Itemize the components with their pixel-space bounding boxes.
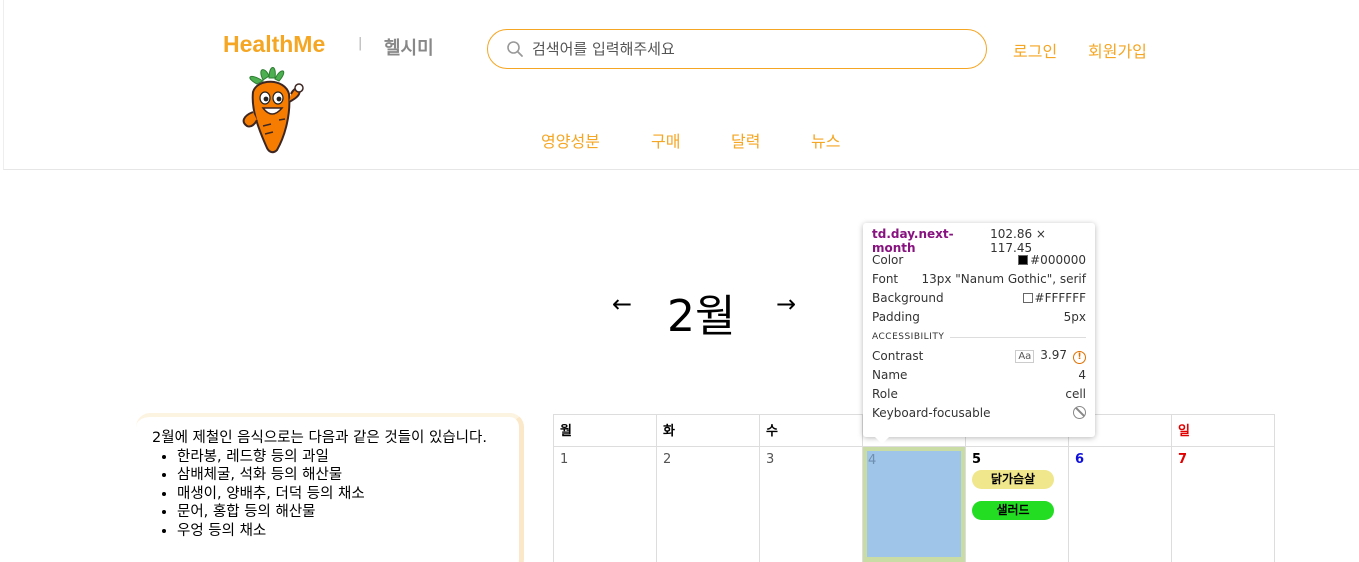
divider (950, 336, 1086, 338)
day-number: 7 (1178, 452, 1188, 467)
weekday-wed: 수 (759, 414, 863, 447)
color-swatch-icon (1018, 254, 1029, 265)
section-label: ACCESSIBILITY (872, 332, 945, 342)
list-item: 삼배체굴, 석화 등의 해산물 (177, 466, 519, 485)
nav-nutrition[interactable]: 영양성분 (541, 128, 600, 152)
font-value: 13px "Nanum Gothic", serif (921, 271, 1086, 286)
list-item: 한라봉, 레드향 등의 과일 (177, 448, 519, 467)
padding-value: 5px (1063, 309, 1086, 324)
day-cell-highlighted[interactable]: 4 (862, 446, 966, 562)
role-value: cell (1065, 386, 1086, 401)
day-cell[interactable]: 2 (656, 446, 760, 562)
list-item: 문어, 홍합 등의 해산물 (177, 503, 519, 522)
day-number: 1 (560, 452, 569, 467)
seasonal-food-panel: 2월에 제철인 음식으로는 다음과 같은 것들이 있습니다. 한라봉, 레드향 … (136, 413, 524, 562)
event-tag-chicken[interactable]: 닭가슴살 (972, 470, 1054, 489)
weekday-tue: 화 (656, 414, 760, 447)
prev-month-arrow-icon[interactable]: ← (612, 290, 632, 318)
brand-logo-text[interactable]: HealthMe (223, 31, 325, 58)
search-input[interactable] (532, 40, 962, 58)
tooltip-row-font: Font 13px "Nanum Gothic", serif (872, 269, 1086, 288)
brand-korean-name[interactable]: 헬시미 (384, 34, 434, 60)
inspected-cell-overlay: 4 (867, 451, 961, 557)
day-number: 5 (972, 452, 982, 467)
nav-news[interactable]: 뉴스 (811, 128, 840, 152)
day-cell[interactable]: 5 닭가슴살 샐러드 (965, 446, 1069, 562)
weekday-mon: 월 (553, 414, 657, 447)
keyboard-focusable-label: Keyboard-focusable (872, 405, 991, 420)
day-cell[interactable]: 3 (759, 446, 863, 562)
font-label: Font (872, 271, 899, 286)
day-cell[interactable]: 6 (1068, 446, 1172, 562)
devtools-inspect-tooltip: td.day.next-month 102.86 × 117.45 Color … (863, 223, 1095, 444)
day-number: 3 (766, 452, 775, 467)
signup-link[interactable]: 회원가입 (1088, 38, 1147, 62)
background-label: Background (872, 290, 944, 305)
seasonal-intro: 2월에 제철인 음식으로는 다음과 같은 것들이 있습니다. (152, 430, 487, 446)
carrot-mascot-icon[interactable] (235, 64, 309, 154)
brand-separator: | (358, 36, 363, 51)
nav-calendar[interactable]: 달력 (731, 128, 760, 152)
tooltip-row-keyboard: Keyboard-focusable (872, 403, 1086, 422)
contrast-value: 3.97 (1040, 347, 1067, 362)
tooltip-header: td.day.next-month 102.86 × 117.45 (872, 227, 1086, 255)
list-item: 매생이, 양배추, 더덕 등의 채소 (177, 485, 519, 504)
tooltip-row-padding: Padding 5px (872, 307, 1086, 326)
day-number: 2 (663, 452, 672, 467)
background-value-wrap: #FFFFFF (1022, 290, 1086, 305)
login-link[interactable]: 로그인 (1013, 38, 1057, 62)
day-cell[interactable]: 7 (1171, 446, 1275, 562)
aa-badge: Aa (1015, 349, 1035, 363)
tooltip-row-contrast: Contrast Aa 3.97! (872, 346, 1086, 365)
not-focusable-icon (1073, 406, 1086, 419)
element-selector: td.day.next-month (872, 226, 954, 255)
search-icon (507, 41, 523, 57)
color-value: #000000 (1030, 252, 1086, 267)
background-swatch-icon (1022, 292, 1033, 303)
seasonal-list: 한라봉, 레드향 등의 과일 삼배체굴, 석화 등의 해산물 매생이, 양배추,… (177, 448, 519, 541)
padding-label: Padding (872, 309, 920, 324)
day-cell[interactable]: 1 (553, 446, 657, 562)
search-bar[interactable] (487, 29, 987, 69)
contrast-label: Contrast (872, 348, 924, 363)
name-value: 4 (1078, 367, 1086, 382)
contrast-value-wrap: Aa 3.97! (1015, 348, 1086, 364)
warning-icon: ! (1073, 350, 1086, 364)
element-size: 102.86 × 117.45 (990, 226, 1046, 255)
color-label: Color (872, 252, 904, 267)
day-number: 6 (1075, 452, 1085, 467)
name-label: Name (872, 367, 908, 382)
site-header: HealthMe | 헬시미 로그인 회원가입 영양성분 구매 달력 뉴스 (3, 0, 1359, 170)
background-value: #FFFFFF (1034, 290, 1086, 305)
week-row: 1 2 3 4 5 닭가슴살 샐러드 6 7 (553, 446, 1275, 562)
next-month-arrow-icon[interactable]: → (776, 290, 796, 318)
accessibility-section-header: ACCESSIBILITY (872, 332, 1086, 342)
weekday-sun: 일 (1171, 414, 1275, 447)
nav-purchase[interactable]: 구매 (651, 128, 680, 152)
tooltip-row-role: Role cell (872, 384, 1086, 403)
event-tag-salad[interactable]: 샐러드 (972, 501, 1054, 520)
month-title: 2월 (667, 291, 736, 342)
tooltip-row-background: Background #FFFFFF (872, 288, 1086, 307)
tooltip-row-name: Name 4 (872, 365, 1086, 384)
day-number: 4 (868, 453, 877, 468)
color-value-wrap: #000000 (1018, 253, 1086, 267)
list-item: 우엉 등의 채소 (177, 522, 519, 541)
role-label: Role (872, 386, 898, 401)
